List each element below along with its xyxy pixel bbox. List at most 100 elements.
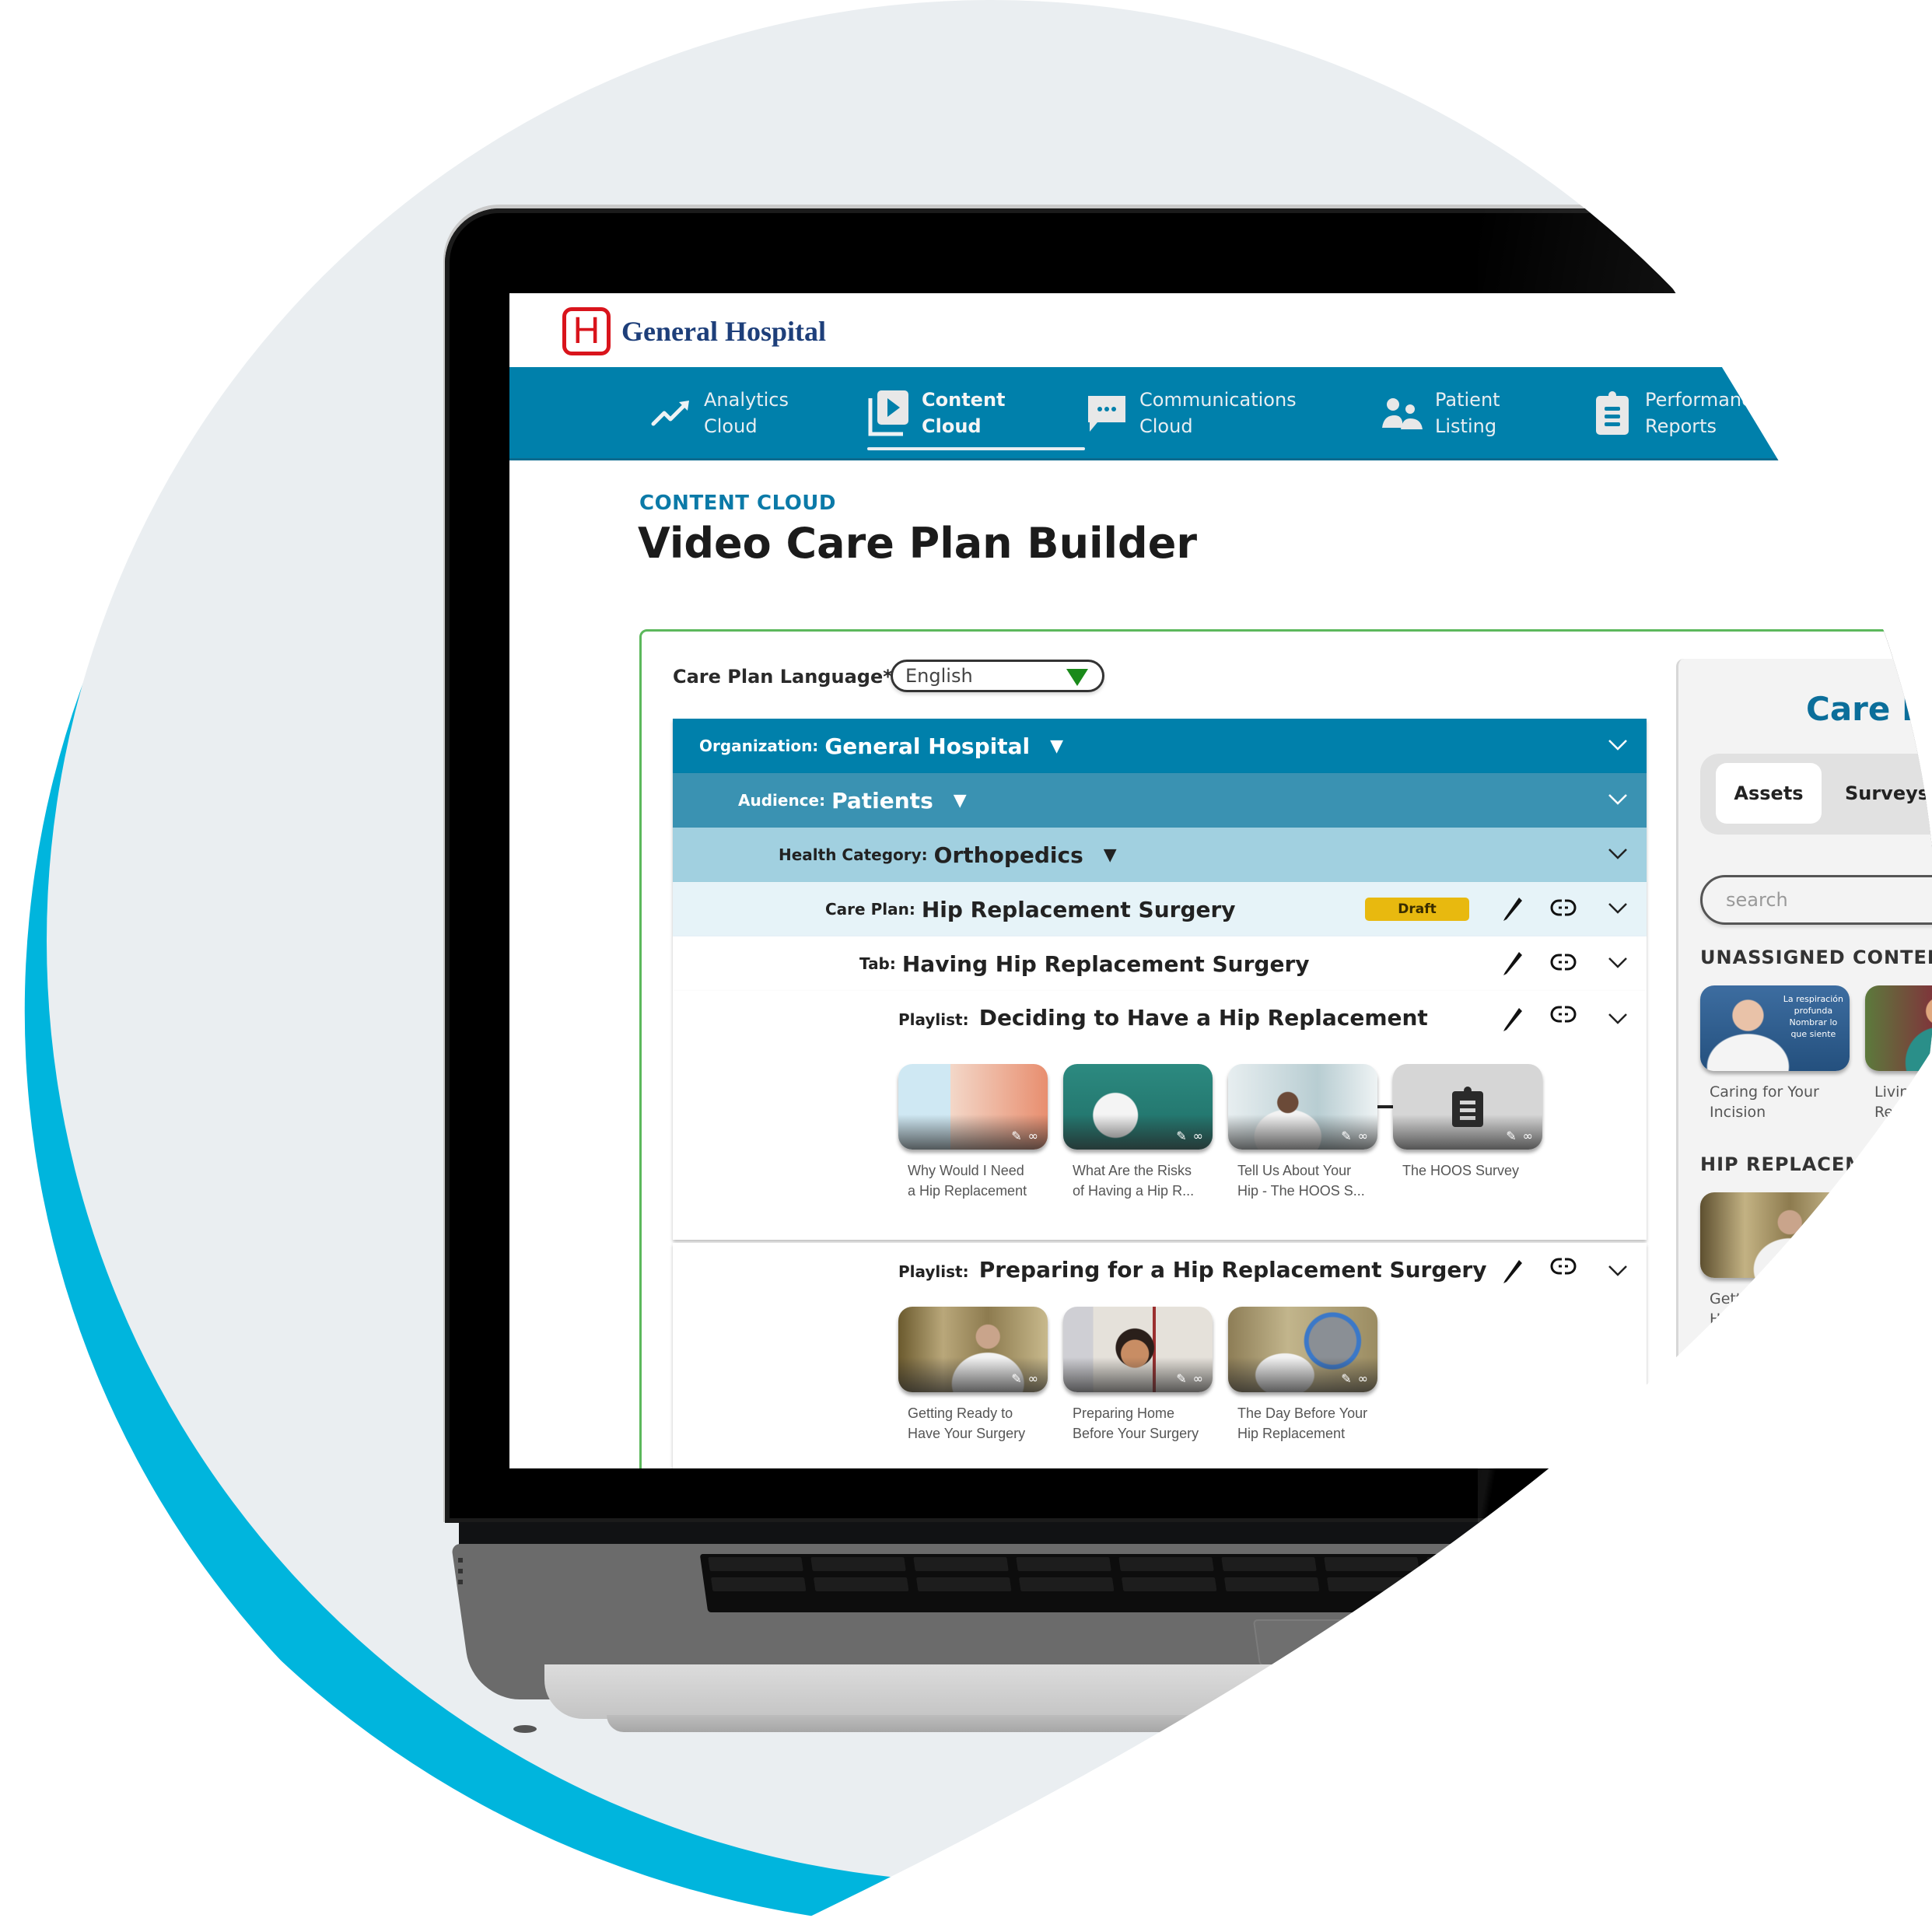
pencil-icon[interactable] [1500,949,1524,975]
pencil-icon[interactable]: ✎ [1176,1371,1186,1386]
laptop-trackpad [1252,1619,1932,1666]
nav-label: Analytics Cloud [704,388,789,437]
tab-assets[interactable]: Assets [1716,763,1822,824]
pencil-icon[interactable]: ✎ [1341,1129,1351,1143]
playlist-header[interactable]: Playlist: Preparing for a Hip Replacemen… [898,1257,1486,1283]
video-thumbnail: ✎ ∞ [1228,1064,1377,1150]
video-thumbnail: ✎ ∞ [898,1064,1048,1150]
asset-tile[interactable]: Living w Replac [1865,985,1932,1122]
item-caption: Tell Us About Your Hip - The HOOS S... [1237,1163,1365,1199]
accordion-health-category[interactable]: Health Category: Orthopedics ▼ [673,828,1647,882]
playlist-item[interactable]: ✎ ∞ Why Would I Need a Hip Replacement [898,1064,1048,1201]
item-connector [1377,1105,1395,1108]
link-icon[interactable]: ∞ [1028,1129,1038,1143]
dropdown-triangle-icon[interactable]: ▼ [954,791,967,810]
tab-surveys[interactable]: Surveys [1832,763,1932,824]
main-nav: Analytics Cloud Content Cloud Communicat… [509,367,1932,460]
pencil-icon[interactable]: ✎ [1011,1129,1021,1143]
pencil-icon[interactable]: ✎ [1176,1129,1186,1143]
chevron-down-icon[interactable] [1606,950,1629,974]
laptop-clip: H General Hospital Analytics Cloud Conte… [47,0,1932,1882]
asset-tile[interactable]: Getting Ready to Have Your Surgery [1700,1192,1850,1329]
row-value: Patients [831,787,933,814]
playlist-item[interactable]: ✎ ∞ Getting Ready to Have Your Surgery [898,1307,1048,1444]
playlist-item[interactable]: ✎ ∞ What Are the Risks of Having a Hip R.… [1063,1064,1213,1201]
row-key: Health Category: [779,845,928,864]
chevron-down-icon[interactable] [1606,733,1629,756]
chevron-down-icon[interactable] [1606,842,1629,865]
chevron-down-icon[interactable] [1606,1258,1629,1282]
playlist-header[interactable]: Playlist: Deciding to Have a Hip Replace… [898,1005,1428,1031]
language-select[interactable]: English [891,660,1104,692]
link-icon[interactable]: ∞ [1193,1129,1203,1143]
asset-tile[interactable] [1865,1192,1932,1329]
panel-tabs: Assets Surveys [1700,754,1932,835]
marketing-scene: H General Hospital Analytics Cloud Conte… [0,0,1932,1932]
brand-name: General Hospital [621,316,826,347]
accordion-care-plan[interactable]: Care Plan: Hip Replacement Surgery Draft [673,882,1647,936]
playlist-item[interactable]: ✎ ∞ Tell Us About Your Hip - The HOOS S..… [1228,1064,1395,1201]
section-heading: HIP REPLACEMENT SU [1700,1153,1932,1175]
dropdown-triangle-icon[interactable]: ▼ [1104,845,1117,865]
item-caption: Why Would I Need a Hip Replacement [908,1163,1027,1199]
row-value: Hip Replacement Surgery [921,896,1236,922]
asset-thumbnail: La respiración profunda Nombrar lo que s… [1700,985,1850,1071]
pencil-icon[interactable] [1500,1005,1524,1031]
link-icon[interactable]: ∞ [1358,1371,1368,1386]
link-icon[interactable] [1550,1257,1577,1276]
item-caption: The HOOS Survey [1402,1163,1520,1178]
playlist-item[interactable]: ✎ ∞ Preparing Home Before Your Surgery [1063,1307,1213,1444]
capsule-icon [1801,1421,1835,1460]
accordion-audience[interactable]: Audience: Patients ▼ [673,773,1647,828]
pencil-icon[interactable] [1500,1257,1524,1283]
row-key: Tab: [859,954,896,973]
pencil-icon[interactable]: ✎ [1341,1371,1351,1386]
nav-patient-listing[interactable]: Patient Listing [1381,366,1591,460]
playlist-item[interactable]: ✎ ∞ The HOOS Survey [1393,1064,1542,1201]
trending-up-icon [649,391,693,435]
playlist-section: Playlist: Deciding to Have a Hip Replace… [673,991,1647,1240]
accordion-organization[interactable]: Organization: General Hospital ▼ [673,719,1647,773]
status-badge: Draft [1365,898,1469,921]
video-library-icon [867,390,911,436]
pencil-icon[interactable] [1500,894,1524,921]
meter-reading: 65 [1762,1421,1786,1441]
link-icon[interactable] [1550,1005,1577,1024]
dropdown-triangle-icon[interactable]: ▼ [1050,737,1063,756]
search-input[interactable]: search [1700,875,1932,925]
language-label: Care Plan Language* [673,666,893,688]
chevron-down-icon[interactable] [1606,1006,1629,1030]
chevron-down-icon[interactable] [1606,787,1629,810]
link-icon[interactable] [1550,953,1577,971]
item-caption: Getting Ready to Have Your Surgery [908,1405,1026,1441]
item-caption: Preparing Home Before Your Surgery [1073,1405,1199,1441]
nav-label: Patient Listing [1435,388,1500,437]
nav-content-cloud[interactable]: Content Cloud [867,366,1085,460]
hospital-logo-icon: H [562,307,611,355]
accordion-tab[interactable]: Tab: Having Hip Replacement Surgery [673,936,1647,991]
glucose-meter-icon: 65 [1758,1413,1790,1468]
breadcrumb: CONTENT CLOUD [639,492,837,515]
nav-performance-reports[interactable]: Performance Reports [1591,366,1824,460]
asset-tile[interactable]: La respiración profunda Nombrar lo que s… [1700,985,1850,1122]
chevron-down-icon[interactable] [1606,896,1629,919]
brand[interactable]: H General Hospital [562,307,826,355]
link-icon[interactable]: ∞ [1193,1371,1203,1386]
link-icon[interactable] [1550,898,1577,917]
pencil-icon[interactable]: ✎ [1011,1371,1021,1386]
row-key: Care Plan: [825,900,915,919]
nav-analytics-cloud[interactable]: Analytics Cloud [649,366,867,460]
link-icon[interactable]: ∞ [1358,1129,1368,1143]
pill-icon [1714,1429,1738,1452]
pencil-icon[interactable]: ✎ [1506,1129,1516,1143]
survey-thumbnail: ✎ ∞ [1393,1064,1542,1150]
link-icon[interactable]: ∞ [1523,1129,1533,1143]
link-icon[interactable]: ∞ [1028,1371,1038,1386]
playlist-item[interactable]: ✎ ∞ The Day Before Your Hip Replacement [1228,1307,1377,1444]
asset-list: 65 Recovery at [1700,1398,1895,1468]
language-value: English [905,665,973,687]
playlist-key: Playlist: [898,1010,969,1029]
nav-communications-cloud[interactable]: Communications Cloud [1085,366,1381,460]
asset-tile[interactable]: 65 Recovery at [1700,1398,1895,1468]
chat-bubble-icon [1085,391,1129,435]
